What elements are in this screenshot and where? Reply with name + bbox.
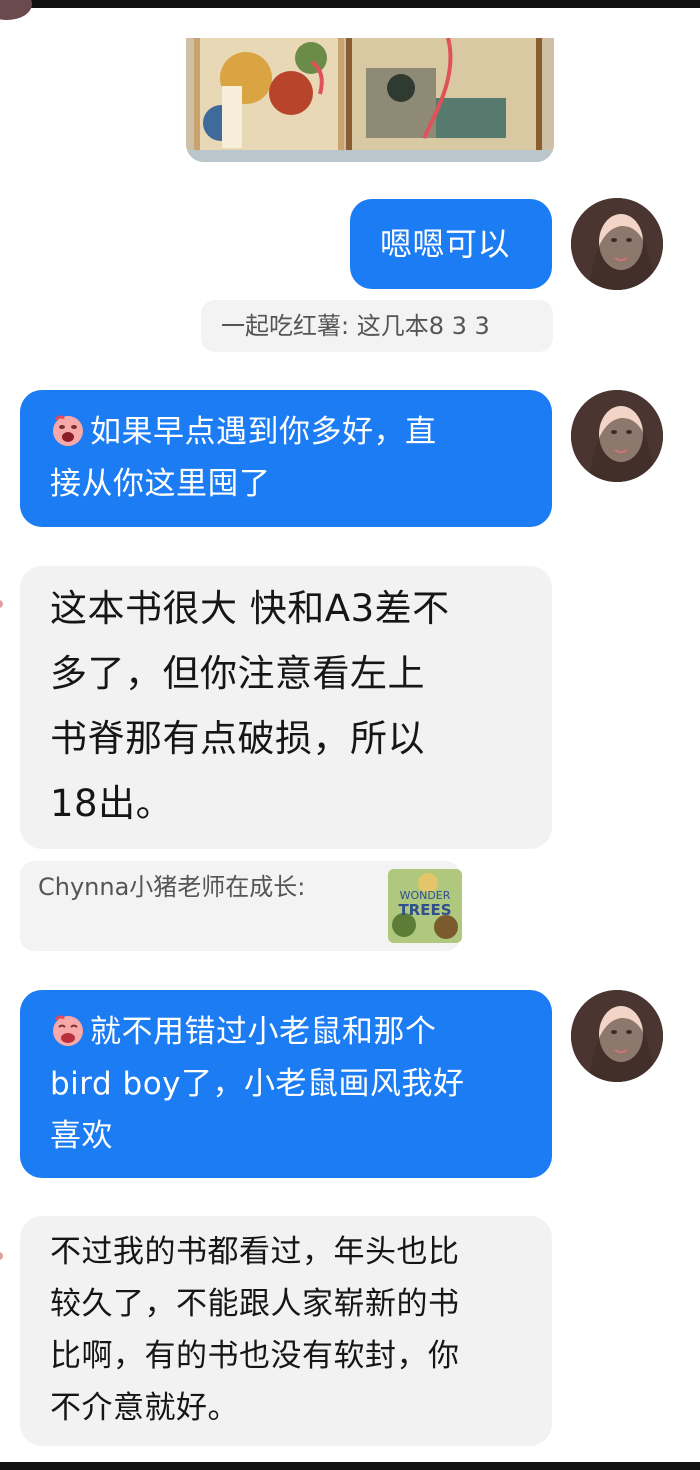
message-text: 较久了，不能跟人家崭新的书: [50, 1286, 460, 1322]
message-text: 喜欢: [50, 1118, 113, 1154]
incoming-message-bubble[interactable]: 这本书很大 快和A3差不 多了，但你注意看左上 书脊那有点破损，所以 18出。: [20, 566, 552, 849]
chat-screen: 嗯嗯可以 一起吃红薯: 这几本8 3 3 如果早点遇到你多好，直 接从你这里囤了: [0, 0, 700, 1470]
message-text: 这本书很大 快和A3差不: [50, 587, 450, 630]
message-text: 不过我的书都看过，年头也比: [50, 1234, 460, 1270]
message-text: 不介意就好。: [50, 1390, 239, 1426]
message-text: 18出。: [50, 782, 174, 825]
user-avatar[interactable]: [571, 198, 663, 290]
quote-text: Chynna小猪老师在成长:: [38, 873, 306, 901]
message-text: bird boy了，小老鼠画风我好: [50, 1066, 465, 1102]
outgoing-message-bubble[interactable]: 如果早点遇到你多好，直 接从你这里囤了: [20, 390, 552, 527]
crying-face-emoji: [53, 415, 83, 446]
thumbnail-title-bottom: TREES: [398, 901, 451, 919]
user-avatar[interactable]: [571, 390, 663, 482]
message-line: 如果早点遇到你多好，直: [50, 406, 552, 458]
navigation-bar: [0, 1462, 700, 1470]
quoted-image-thumbnail[interactable]: WONDER TREES: [388, 869, 462, 943]
quoted-reply[interactable]: 一起吃红薯: 这几本8 3 3: [201, 300, 553, 352]
sad-face-emoji: [53, 1015, 83, 1046]
message-text: 就不用错过小老鼠和那个: [90, 1014, 437, 1050]
contact-avatar-edge: [0, 600, 3, 608]
message-text: 书脊那有点破损，所以: [50, 717, 425, 760]
photo-message[interactable]: [186, 38, 554, 162]
incoming-message-bubble[interactable]: 不过我的书都看过，年头也比 较久了，不能跟人家崭新的书 比啊，有的书也没有软封，…: [20, 1216, 552, 1446]
quote-text: 一起吃红薯: 这几本8 3 3: [221, 312, 490, 340]
quoted-reply[interactable]: Chynna小猪老师在成长: WONDER TREES: [20, 861, 462, 951]
message-text: 多了，但你注意看左上: [50, 652, 425, 695]
outgoing-message-bubble[interactable]: 嗯嗯可以: [350, 199, 552, 289]
outgoing-message-bubble[interactable]: 就不用错过小老鼠和那个 bird boy了，小老鼠画风我好 喜欢: [20, 990, 552, 1178]
contact-avatar-partial[interactable]: [0, 0, 32, 20]
message-text: 比啊，有的书也没有软封，你: [50, 1338, 460, 1374]
status-bar: [0, 0, 700, 8]
message-line: 就不用错过小老鼠和那个: [50, 1006, 552, 1058]
message-text: 嗯嗯可以: [380, 225, 511, 263]
message-text: 如果早点遇到你多好，直: [90, 414, 437, 450]
user-avatar[interactable]: [571, 990, 663, 1082]
message-text: 接从你这里囤了: [50, 466, 271, 502]
contact-avatar-edge: [0, 1252, 3, 1260]
